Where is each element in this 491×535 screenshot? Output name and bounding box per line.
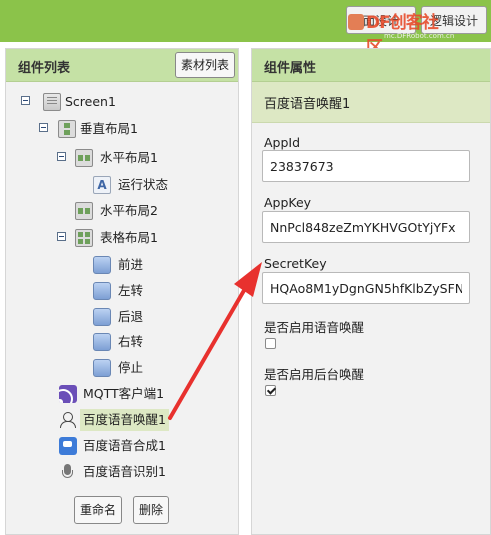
button-icon	[93, 256, 111, 274]
properties-panel-title: 组件属性	[264, 61, 317, 76]
selected-component-name: 百度语音唤醒1	[264, 97, 351, 112]
tree-item-label: 水平布局1	[100, 150, 158, 165]
properties-panel-header: 组件属性	[252, 49, 490, 82]
appkey-input[interactable]	[262, 211, 470, 243]
designer-button[interactable]: 面设计	[346, 6, 416, 34]
tree-item-label: 停止	[118, 360, 144, 375]
button-icon	[93, 282, 111, 300]
tree-item-label: 垂直布局1	[80, 121, 138, 136]
secretkey-input[interactable]	[262, 272, 470, 304]
enable-wakeup-checkbox[interactable]	[265, 338, 276, 349]
collapse-toggle-icon[interactable]	[39, 123, 48, 132]
tree-item-label: 前进	[118, 257, 144, 272]
tree-item-label: 百度语音识别1	[83, 464, 166, 479]
collapse-toggle-icon[interactable]	[21, 96, 30, 105]
appid-input[interactable]	[262, 150, 470, 182]
tree-item-label: 运行状态	[118, 177, 169, 192]
vertical-layout-icon	[58, 120, 76, 138]
assets-list-button[interactable]: 素材列表	[174, 52, 235, 78]
button-icon	[93, 333, 111, 351]
collapse-toggle-icon[interactable]	[57, 152, 66, 161]
components-panel-title: 组件列表	[18, 61, 71, 76]
label-icon: A	[93, 176, 111, 194]
enable-background-checkbox[interactable]	[265, 385, 276, 396]
properties-panel: 组件属性 百度语音唤醒1 AppId AppKey SecretKey 是否启用…	[251, 48, 491, 535]
mqtt-icon	[59, 385, 77, 403]
tree-item-label: 右转	[118, 334, 144, 349]
collapse-toggle-icon[interactable]	[57, 232, 66, 241]
secretkey-label: SecretKey	[264, 256, 327, 271]
button-icon	[93, 308, 111, 326]
tree-item-label: 百度语音合成1	[83, 438, 166, 453]
rename-button[interactable]: 重命名	[74, 496, 123, 524]
delete-button[interactable]: 删除	[133, 496, 170, 524]
speech-recognition-icon	[59, 463, 77, 481]
screen-icon	[43, 93, 61, 111]
tree-item-label: 左转	[118, 283, 144, 298]
table-layout-icon	[75, 229, 93, 247]
tree-item-label: 水平布局2	[100, 203, 158, 218]
horizontal-layout-icon	[75, 149, 93, 167]
button-icon	[93, 359, 111, 377]
appid-label: AppId	[264, 135, 301, 150]
tree-item-label: 表格布局1	[100, 230, 158, 245]
speech-synthesis-icon	[59, 437, 77, 455]
voice-wakeup-icon	[59, 411, 77, 429]
appkey-label: AppKey	[264, 195, 312, 210]
enable-wakeup-label: 是否启用语音唤醒	[264, 320, 365, 335]
components-panel-header: 组件列表 素材列表	[6, 49, 238, 82]
horizontal-layout-icon	[75, 202, 93, 220]
selected-component-row: 百度语音唤醒1	[252, 82, 490, 123]
tree-item-label: 百度语音唤醒1	[80, 409, 169, 431]
blocks-editor-button[interactable]: 逻辑设计	[421, 6, 487, 34]
tree-item-label: MQTT客户端1	[83, 386, 165, 401]
enable-background-label: 是否启用后台唤醒	[264, 367, 365, 382]
tree-item-label: 后退	[118, 309, 144, 324]
top-toolbar: 面设计 逻辑设计 DF创客社区 mc.DFRobot.com.cn	[0, 0, 491, 58]
tree-item-label: Screen1	[65, 94, 116, 109]
